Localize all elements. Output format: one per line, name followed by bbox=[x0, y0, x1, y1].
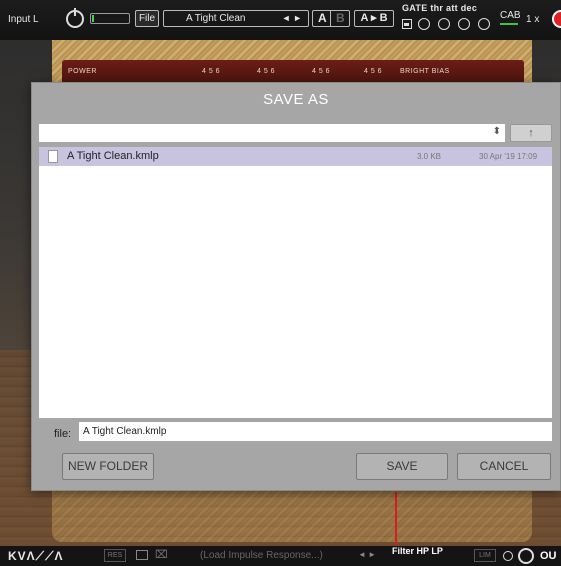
file-list[interactable]: A Tight Clean.kmlp 3.0 KB 30 Apr '19 17:… bbox=[39, 147, 552, 418]
input-channel-label[interactable]: Input L bbox=[8, 14, 39, 25]
impulse-nav-arrows[interactable]: ◄ ► bbox=[358, 550, 376, 559]
output-label: OU bbox=[540, 550, 557, 562]
filter-label: Filter HP LP bbox=[392, 546, 443, 556]
save-as-dialog: SAVE AS ⬍ ↑ A Tight Clean.kmlp 3.0 KB 30… bbox=[31, 82, 561, 491]
document-icon bbox=[48, 150, 58, 163]
file-menu-button[interactable]: File bbox=[135, 10, 159, 27]
cab-toggle[interactable]: CAB bbox=[500, 10, 521, 25]
dialog-title: SAVE AS bbox=[263, 91, 329, 108]
ab-divider bbox=[330, 11, 331, 26]
brand-logo: KVΛ⟋⟋Λ bbox=[8, 549, 64, 563]
bottom-toolbar: KVΛ⟋⟋Λ RES ⌧ (Load Impulse Response...) … bbox=[0, 546, 561, 566]
file-size: 3.0 KB bbox=[417, 152, 442, 161]
cancel-button[interactable]: CANCEL bbox=[457, 453, 551, 480]
preset-selector[interactable]: A Tight Clean ◄ ► bbox=[163, 10, 309, 27]
limiter-toggle[interactable]: LIM bbox=[474, 549, 496, 562]
gate-attack-knob[interactable] bbox=[438, 18, 450, 30]
amp-panel-label: BRIGHT BIAS bbox=[400, 68, 450, 75]
amp-panel-label: 4 5 6 bbox=[364, 68, 383, 75]
file-list-item[interactable]: A Tight Clean.kmlp 3.0 KB 30 Apr '19 17:… bbox=[39, 147, 552, 166]
impulse-response-loader[interactable]: (Load Impulse Response...) bbox=[200, 550, 323, 561]
input-level-meter bbox=[90, 13, 130, 24]
folder-icon[interactable] bbox=[136, 550, 148, 560]
amp-panel-label: 4 5 6 bbox=[257, 68, 276, 75]
parent-folder-button[interactable]: ↑ bbox=[510, 124, 552, 142]
gate-threshold-knob[interactable] bbox=[418, 18, 430, 30]
input-gain-knob[interactable] bbox=[66, 8, 84, 28]
zoom-level[interactable]: 1 x bbox=[526, 14, 539, 25]
power-icon[interactable] bbox=[552, 10, 561, 28]
preset-name: A Tight Clean bbox=[186, 13, 246, 24]
ab-b-label[interactable]: B bbox=[336, 11, 345, 26]
new-folder-button[interactable]: NEW FOLDER bbox=[62, 453, 154, 480]
mic-cable bbox=[395, 492, 397, 548]
preset-nav-arrows[interactable]: ◄ ► bbox=[282, 13, 302, 23]
amp-panel-label: 4 5 6 bbox=[312, 68, 331, 75]
copy-a-to-b-button[interactable]: A ▸ B bbox=[354, 10, 394, 27]
amp-panel-label: POWER bbox=[68, 68, 97, 75]
path-dropdown[interactable]: ⬍ bbox=[39, 124, 505, 142]
gate-extra-knob[interactable] bbox=[478, 18, 490, 30]
gate-label: GATE thr att dec bbox=[402, 3, 478, 13]
gate-toggle[interactable] bbox=[402, 19, 412, 29]
res-toggle[interactable]: RES bbox=[104, 549, 126, 562]
close-icon[interactable]: ⌧ bbox=[155, 548, 168, 561]
gate-decay-knob[interactable] bbox=[458, 18, 470, 30]
filename-input[interactable] bbox=[79, 422, 552, 441]
up-arrow-icon: ↑ bbox=[528, 127, 534, 139]
filename-label: file: bbox=[54, 428, 72, 440]
dropdown-caret-icon: ⬍ bbox=[492, 126, 501, 137]
ab-a-label[interactable]: A bbox=[318, 11, 327, 26]
top-toolbar: Input L File A Tight Clean ◄ ► A B A ▸ B… bbox=[0, 0, 561, 40]
amp-panel-label: 4 5 6 bbox=[202, 68, 221, 75]
output-gain-knob[interactable] bbox=[518, 548, 534, 564]
limiter-indicator bbox=[503, 551, 513, 561]
ab-toggle[interactable]: A B bbox=[312, 10, 350, 27]
save-button[interactable]: SAVE bbox=[356, 453, 448, 480]
file-date: 30 Apr '19 17:09 bbox=[479, 152, 538, 161]
file-name: A Tight Clean.kmlp bbox=[67, 150, 159, 162]
